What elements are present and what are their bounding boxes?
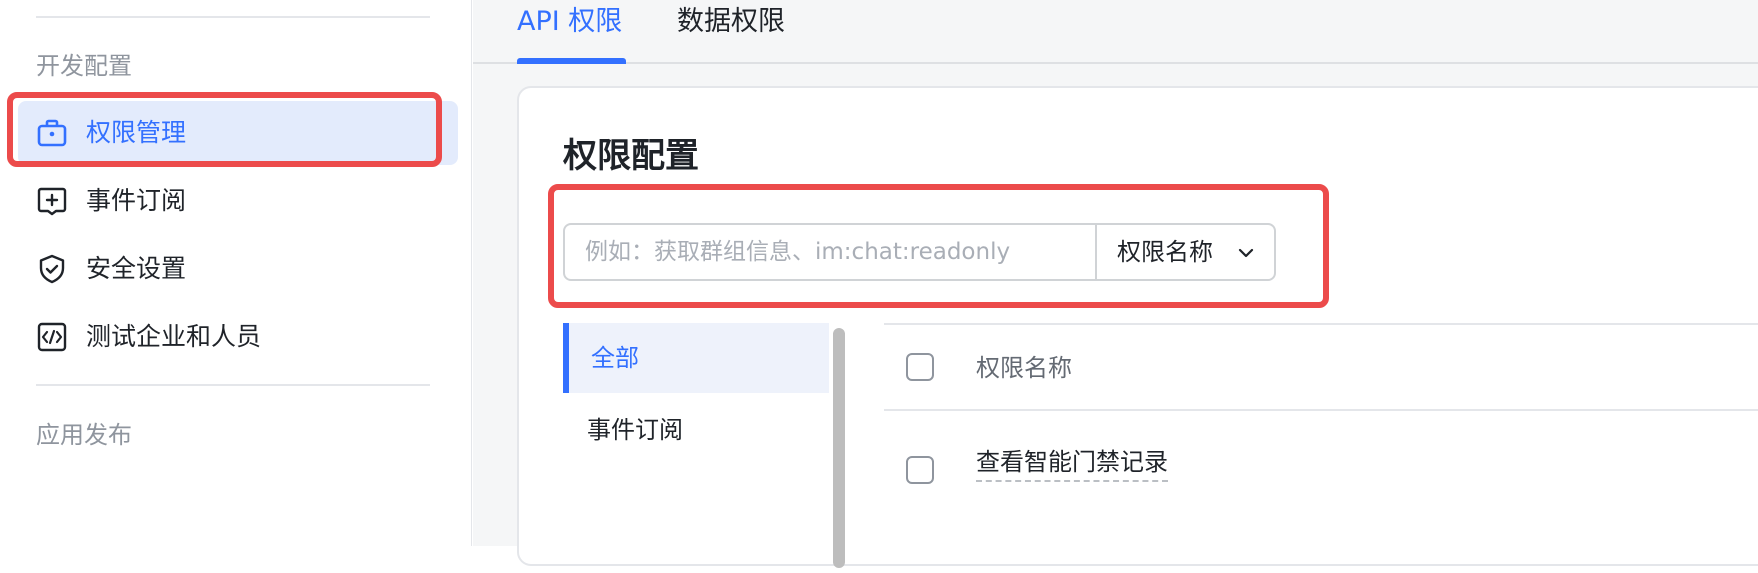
- plus-box-icon: [37, 187, 67, 216]
- row-checkbox[interactable]: [906, 456, 934, 484]
- tab-data-permissions[interactable]: 数据权限: [677, 4, 785, 40]
- sidebar-item-label: 测试企业和人员: [86, 322, 262, 351]
- category-item-all[interactable]: 全部: [563, 323, 829, 393]
- briefcase-icon: [37, 119, 67, 147]
- main-content: API 权限 数据权限 权限配置 权限名称 全部 事件订阅: [473, 0, 1758, 568]
- search-group: 权限名称: [563, 223, 1276, 281]
- category-scrollbar[interactable]: [833, 328, 845, 568]
- sidebar-divider: [36, 16, 430, 18]
- shield-check-icon: [39, 254, 65, 284]
- permission-table: 权限名称 查看智能门禁记录: [884, 323, 1758, 573]
- category-item-label: 全部: [591, 344, 639, 372]
- sidebar-item-test-enterprise-members[interactable]: 测试企业和人员: [18, 305, 458, 369]
- permission-name-link[interactable]: 查看智能门禁记录: [976, 446, 1168, 482]
- sidebar-divider: [36, 384, 430, 386]
- sidebar-item-label: 权限管理: [86, 118, 187, 147]
- sidebar-item-label: 事件订阅: [86, 186, 187, 215]
- section-title-dev-config: 开发配置: [36, 52, 132, 80]
- sidebar-item-label: 安全设置: [86, 254, 187, 283]
- category-item-event-subscription[interactable]: 事件订阅: [563, 395, 829, 465]
- tab-bar: API 权限 数据权限: [473, 0, 1758, 64]
- table-header-permission-name: 权限名称: [976, 354, 1072, 382]
- search-field-select-label: 权限名称: [1116, 238, 1213, 266]
- active-tab-indicator: [517, 58, 626, 64]
- sidebar-item-event-subscription[interactable]: 事件订阅: [18, 169, 458, 233]
- table-header: 权限名称: [884, 323, 1758, 411]
- card-title: 权限配置: [563, 136, 699, 176]
- search-input[interactable]: [565, 225, 1095, 279]
- sidebar-item-permission-management[interactable]: 权限管理: [18, 101, 458, 165]
- permission-config-card: 权限配置 权限名称 全部 事件订阅 权限名称: [517, 86, 1758, 568]
- sidebar-item-security-settings[interactable]: 安全设置: [18, 237, 458, 301]
- select-all-checkbox[interactable]: [906, 353, 934, 381]
- code-box-icon: [37, 322, 67, 352]
- search-field-select[interactable]: 权限名称: [1094, 225, 1274, 279]
- section-title-app-publish: 应用发布: [36, 421, 132, 449]
- category-item-label: 事件订阅: [587, 416, 683, 444]
- category-list: 全部 事件订阅: [563, 323, 829, 573]
- sidebar: 开发配置 权限管理 事件订阅 安全设置 测试企业和人员 应用发布: [0, 0, 472, 546]
- tab-api-permissions[interactable]: API 权限: [517, 4, 622, 40]
- chevron-down-icon: [1238, 248, 1254, 258]
